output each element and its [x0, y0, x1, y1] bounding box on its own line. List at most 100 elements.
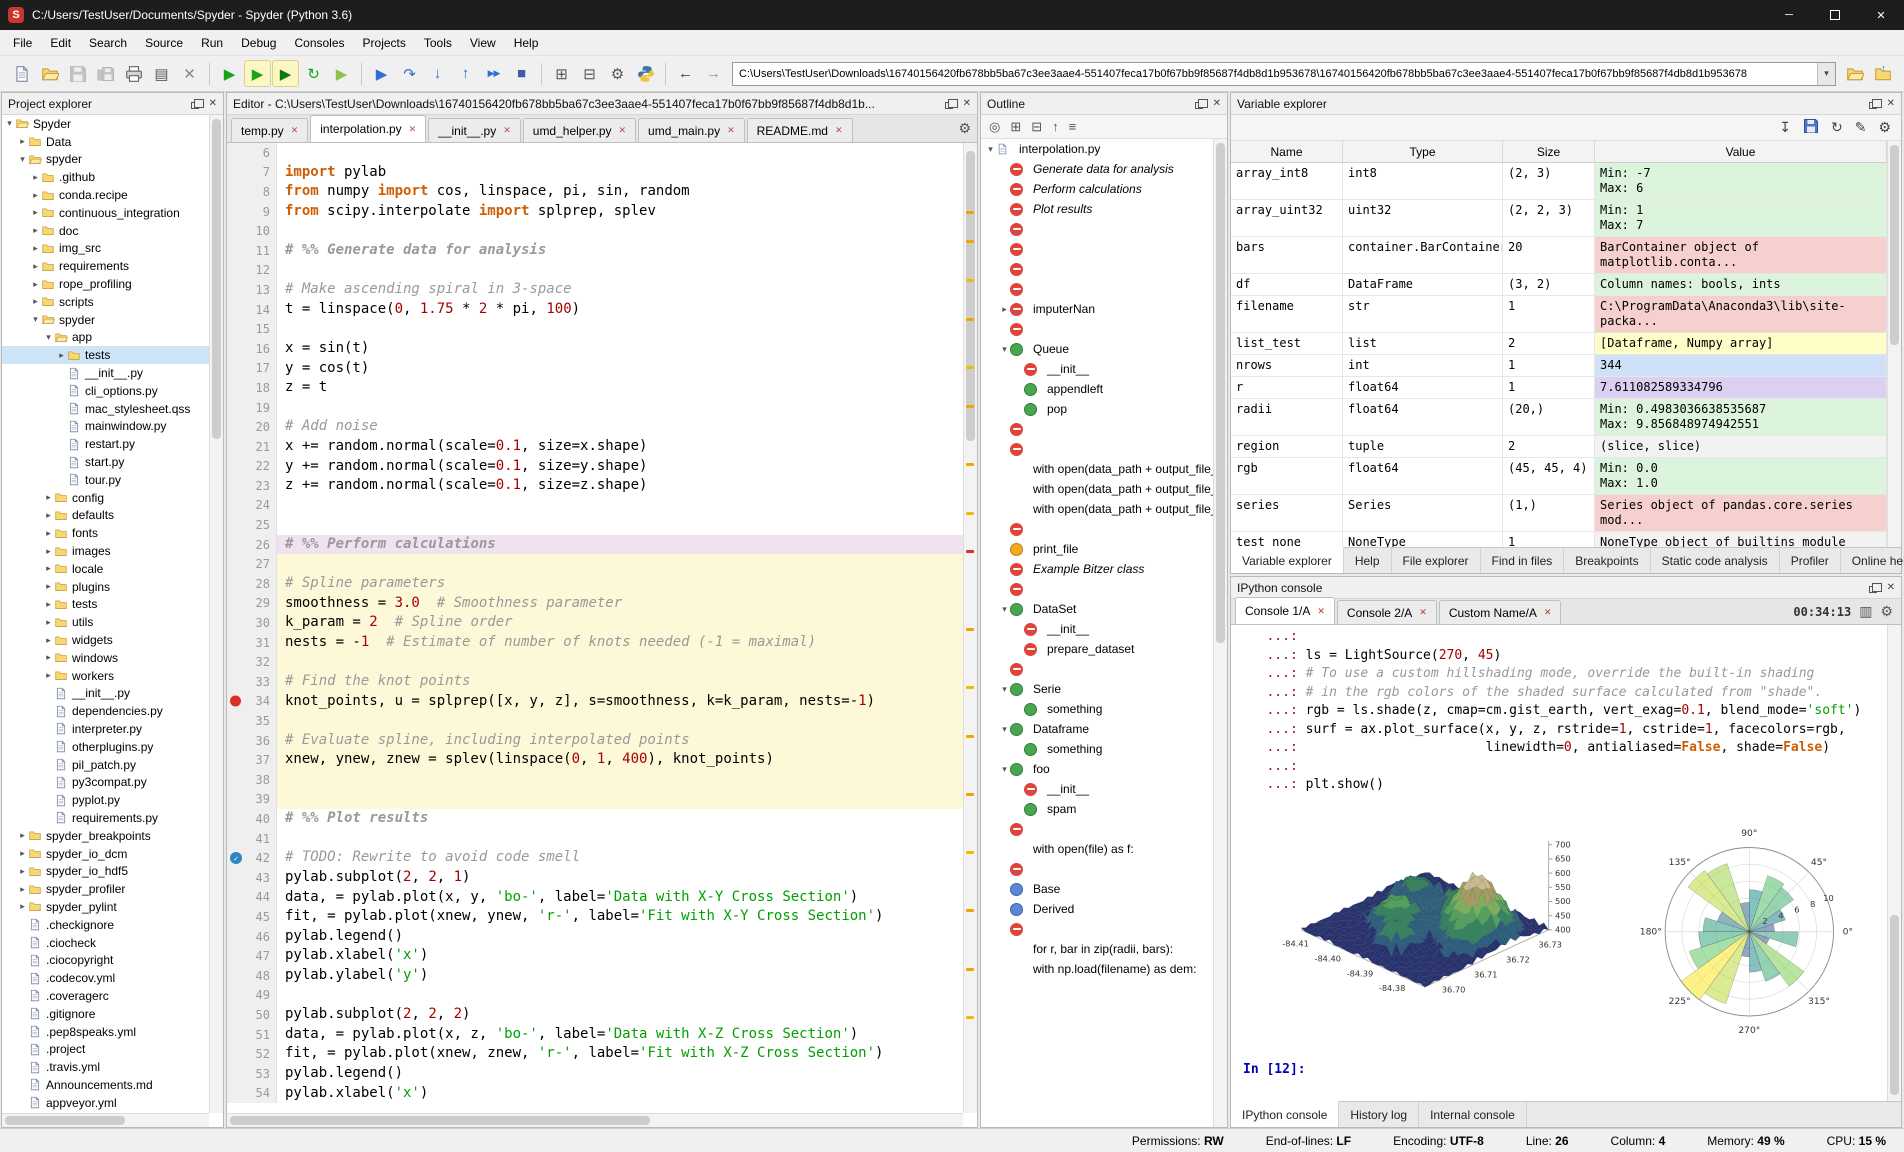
project-item-app[interactable]: ▾ app	[2, 329, 209, 347]
code-line-29[interactable]: 29 smoothness = 3.0 # Smoothness paramete…	[227, 593, 963, 614]
code-line-9[interactable]: 9 from scipy.interpolate import splprep, …	[227, 201, 963, 222]
warning-flag[interactable]	[966, 366, 974, 370]
outline-item-Queue[interactable]: ▾ Queue	[981, 339, 1213, 359]
outline-item-appendleft[interactable]: appendleft	[981, 379, 1213, 399]
continue-button[interactable]: ▶▶	[480, 60, 507, 87]
variable-scrollbar[interactable]	[1887, 141, 1901, 547]
project-item-tour.py[interactable]: tour.py	[2, 471, 209, 489]
outline-item[interactable]	[981, 519, 1213, 539]
close-panel-icon[interactable]: ✕	[1887, 98, 1895, 109]
import-data-button[interactable]: ↧	[1779, 119, 1791, 136]
project-item-.ciocheck[interactable]: .ciocheck	[2, 934, 209, 952]
variable-options-button[interactable]: ⚙	[1878, 119, 1891, 136]
outline-item-for-r-bar-in-zip-radii-bars-[interactable]: for r, bar in zip(radii, bars):	[981, 939, 1213, 959]
project-item-mainwindow.py[interactable]: mainwindow.py	[2, 418, 209, 436]
outline-item[interactable]	[981, 259, 1213, 279]
outline-item[interactable]	[981, 319, 1213, 339]
gutter[interactable]: 24	[227, 495, 277, 516]
gutter[interactable]: 50	[227, 1005, 277, 1025]
undock-icon[interactable]	[944, 98, 958, 109]
code-line-20[interactable]: 20 # Add noise	[227, 417, 963, 437]
project-item-otherplugins.py[interactable]: otherplugins.py	[2, 738, 209, 756]
project-item-pyplot.py[interactable]: pyplot.py	[2, 791, 209, 809]
outline-item-foo[interactable]: ▾ foo	[981, 759, 1213, 779]
project-item-widgets[interactable]: ▸ widgets	[2, 631, 209, 649]
gutter[interactable]: 44	[227, 887, 277, 908]
maximize-pane-button[interactable]: ⊞	[548, 60, 575, 87]
variable-row-test_none[interactable]: test_none NoneType 1 NoneType object of bui…	[1231, 532, 1887, 547]
gutter[interactable]: 8	[227, 182, 277, 202]
project-item-__init__.py[interactable]: __init__.py	[2, 685, 209, 703]
close-tab-icon[interactable]: ✕	[727, 125, 735, 136]
close-tab-icon[interactable]: ✕	[619, 125, 627, 136]
code-line-31[interactable]: 31 nests = -1 # Estimate of number of kno…	[227, 632, 963, 653]
variable-row-rgb[interactable]: rgb float64 (45, 45, 4) Min: 0.0 Max: 1.0	[1231, 458, 1887, 495]
tree-expand-icon[interactable]: ▸	[43, 670, 54, 681]
outline-item-Base[interactable]: Base	[981, 879, 1213, 899]
project-item-scripts[interactable]: ▸ scripts	[2, 293, 209, 311]
warning-flag[interactable]	[966, 1016, 974, 1019]
outline-options-button[interactable]: ≡	[1069, 119, 1077, 134]
project-item-cli_options.py[interactable]: cli_options.py	[2, 382, 209, 400]
tree-expand-icon[interactable]: ▸	[17, 901, 28, 912]
project-item-rope_profiling[interactable]: ▸ rope_profiling	[2, 275, 209, 293]
outline-item-with-open-file-as-f-[interactable]: with open(file) as f:	[981, 839, 1213, 859]
project-item-.coveragerc[interactable]: .coveragerc	[2, 987, 209, 1005]
close-tab-icon[interactable]: ✕	[1544, 607, 1552, 618]
gutter[interactable]: 29	[227, 593, 277, 614]
variable-row-array_uint32[interactable]: array_uint32 uint32 (2, 2, 3) Min: 1 Max: 7	[1231, 200, 1887, 237]
warning-flag[interactable]	[966, 851, 974, 855]
variable-row-r[interactable]: r float64 1 7.611082589334796	[1231, 377, 1887, 399]
follow-cursor-button[interactable]: ◎	[989, 119, 1000, 135]
tools-button[interactable]: ⚙	[604, 60, 631, 87]
outline-item-__init__[interactable]: __init__	[981, 359, 1213, 379]
tree-expand-icon[interactable]: ▸	[30, 225, 41, 236]
editor-options-button[interactable]: ⚙	[958, 120, 971, 137]
tree-expand-icon[interactable]: ▸	[43, 492, 54, 503]
code-line-46[interactable]: 46 pylab.legend()	[227, 926, 963, 947]
outline-item-something[interactable]: something	[981, 739, 1213, 759]
undock-icon[interactable]	[1194, 98, 1208, 109]
code-line-51[interactable]: 51 data, = pylab.plot(x, z, 'bo-', label=…	[227, 1024, 963, 1045]
variable-row-radii[interactable]: radii float64 (20,) Min: 0.4983036638535687…	[1231, 399, 1887, 436]
pythonpath-button[interactable]	[632, 60, 659, 87]
code-line-48[interactable]: 48 pylab.ylabel('y')	[227, 965, 963, 986]
tree-expand-icon[interactable]: ▸	[30, 279, 41, 290]
warning-flag[interactable]	[966, 240, 974, 243]
code-line-38[interactable]: 38	[227, 770, 963, 790]
run-cell-advance-button[interactable]: ▶	[272, 60, 299, 87]
outline-item-with-open-data_path-output_file_n-[interactable]: with open(data_path + output_file_n...	[981, 459, 1213, 479]
menu-edit[interactable]: Edit	[41, 32, 80, 54]
gutter[interactable]: 7	[227, 162, 277, 183]
pane-tab-help[interactable]: Help	[1344, 548, 1392, 573]
project-item-spyder_io_hdf5[interactable]: ▸ spyder_io_hdf5	[2, 862, 209, 880]
gutter[interactable]: 35	[227, 711, 277, 731]
variable-row-list_test[interactable]: list_test list 2 [Dataframe, Numpy array]	[1231, 333, 1887, 355]
outline-item-DataSet[interactable]: ▾ DataSet	[981, 599, 1213, 619]
console-pane-tab-ipython-console[interactable]: IPython console	[1231, 1101, 1340, 1127]
project-item-Spyder[interactable]: ▾ Spyder	[2, 115, 209, 133]
tree-expand-icon[interactable]: ▸	[30, 296, 41, 307]
gutter[interactable]: 40	[227, 809, 277, 829]
go-up-button[interactable]: ↑	[1052, 119, 1059, 134]
pane-tab-profiler[interactable]: Profiler	[1780, 548, 1841, 573]
working-directory-combo[interactable]: C:\Users\TestUser\Downloads\16740156420f…	[732, 61, 1836, 86]
code-line-47[interactable]: 47 pylab.xlabel('x')	[227, 946, 963, 966]
undock-icon[interactable]	[190, 98, 204, 109]
outline-item-pop[interactable]: pop	[981, 399, 1213, 419]
gutter[interactable]: 39	[227, 789, 277, 810]
variable-row-bars[interactable]: bars container.BarContainer 20 BarContainer…	[1231, 237, 1887, 274]
code-line-21[interactable]: 21 x += random.normal(scale=0.1, size=x.s…	[227, 436, 963, 457]
gutter[interactable]: 20	[227, 417, 277, 437]
gutter[interactable]: 11	[227, 240, 277, 261]
gutter[interactable]: 21	[227, 436, 277, 457]
project-item-conda.recipe[interactable]: ▸ conda.recipe	[2, 186, 209, 204]
project-item-.github[interactable]: ▸ .github	[2, 168, 209, 186]
menu-debug[interactable]: Debug	[232, 32, 285, 54]
gutter[interactable]: 12	[227, 260, 277, 281]
code-line-22[interactable]: 22 y += random.normal(scale=0.1, size=y.s…	[227, 456, 963, 477]
code-line-36[interactable]: 36 # Evaluate spline, including interpola…	[227, 730, 963, 751]
gutter[interactable]: 25	[227, 515, 277, 535]
code-line-54[interactable]: 54 pylab.xlabel('x')	[227, 1083, 963, 1104]
outline-item-Plot-results[interactable]: Plot results	[981, 199, 1213, 219]
